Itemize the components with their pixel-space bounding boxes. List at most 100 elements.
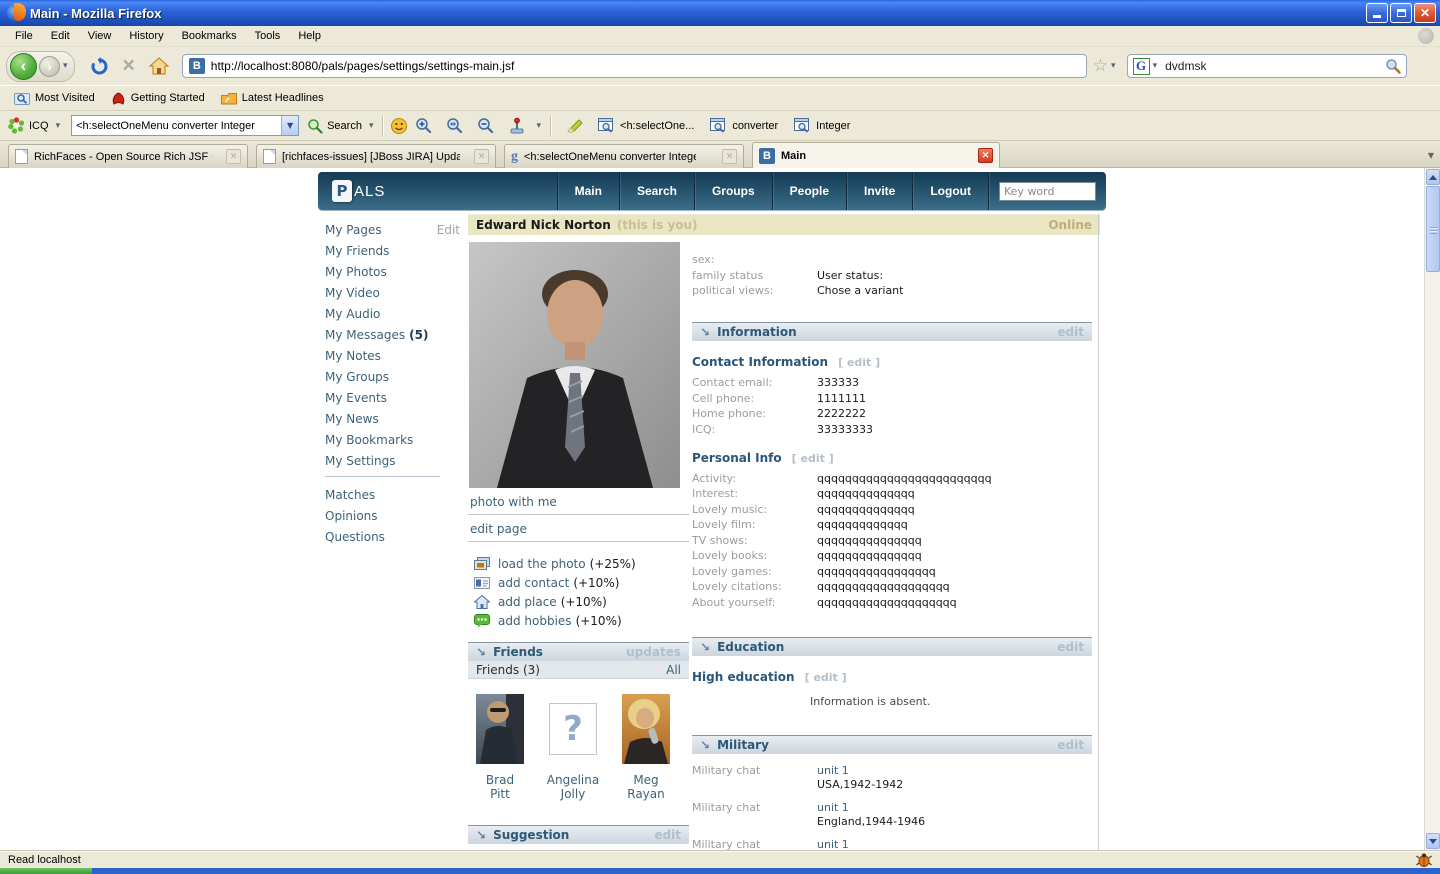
menu-edit[interactable]: Edit — [42, 28, 79, 44]
bookmark-dropdown-icon[interactable]: ▾ — [1108, 61, 1119, 71]
forward-button[interactable]: › — [39, 56, 60, 77]
bookmark-star-icon[interactable]: ☆ — [1093, 56, 1108, 76]
tab-richfaces[interactable]: RichFaces - Open Source Rich JSF Com... … — [8, 144, 248, 168]
photo-with-me-link[interactable]: photo with me — [470, 495, 557, 509]
sidebar-item-my-messages[interactable]: My Messages — [325, 329, 405, 342]
tab-close-button[interactable]: ✕ — [474, 149, 489, 164]
bookmark-latest-headlines[interactable]: Latest Headlines — [213, 90, 332, 107]
friend-meg-rayan[interactable]: Meg Rayan — [614, 692, 678, 801]
military-unit-link[interactable]: unit 1 — [817, 838, 903, 851]
load-photo-action[interactable]: load the photo (+25%) — [468, 554, 689, 573]
nav-people[interactable]: People — [772, 172, 846, 210]
search-go-icon[interactable] — [1385, 58, 1401, 74]
information-edit-link[interactable]: edit — [1057, 325, 1084, 339]
nav-main[interactable]: Main — [557, 172, 619, 210]
menu-file[interactable]: File — [6, 28, 42, 44]
sidebar-item-questions[interactable]: Questions — [325, 531, 385, 544]
find-button-selectone[interactable]: <h:selectOne... — [598, 118, 694, 133]
nav-search[interactable]: Search — [619, 172, 694, 210]
joystick-dropdown-icon[interactable]: ▾ — [533, 121, 544, 131]
scroll-up-button[interactable] — [1426, 169, 1440, 185]
sidebar-item-my-settings[interactable]: My Settings — [325, 455, 396, 468]
vertical-scrollbar[interactable] — [1424, 168, 1440, 850]
sidebar-item-my-friends[interactable]: My Friends — [325, 245, 389, 258]
sidebar-item-my-groups[interactable]: My Groups — [325, 371, 389, 384]
nav-groups[interactable]: Groups — [694, 172, 772, 210]
military-unit-link[interactable]: unit 1 — [817, 801, 925, 814]
pals-logo[interactable]: P ALS — [332, 180, 385, 202]
minimize-button[interactable] — [1366, 3, 1388, 23]
find-search-label[interactable]: Search — [327, 120, 362, 132]
find-search-dropdown-icon[interactable]: ▾ — [366, 121, 377, 131]
menu-help[interactable]: Help — [289, 28, 330, 44]
tab-richfaces-issues[interactable]: [richfaces-issues] [JBoss JIRA] Update..… — [256, 144, 496, 168]
stop-button[interactable]: × — [123, 57, 135, 75]
scroll-down-button[interactable] — [1426, 833, 1440, 849]
friends-updates-link[interactable]: updates — [626, 645, 681, 659]
military-edit-link[interactable]: edit — [1057, 738, 1084, 752]
address-bar[interactable]: B — [182, 54, 1087, 78]
zoom-reset-button[interactable] — [446, 117, 463, 134]
back-button[interactable]: ‹ — [10, 53, 37, 80]
joystick-button[interactable] — [508, 117, 526, 135]
friends-count-link[interactable]: Friends (3) — [476, 663, 540, 677]
tab-google-search[interactable]: g <h:selectOneMenu converter Integer -..… — [504, 144, 744, 168]
sidebar-item-my-audio[interactable]: My Audio — [325, 308, 380, 321]
high-education-edit-link[interactable]: [ edit ] — [805, 671, 847, 684]
restore-button[interactable] — [1390, 3, 1412, 23]
zoom-out-button[interactable] — [477, 117, 494, 134]
friend-name[interactable]: Brad Pitt — [486, 773, 514, 801]
keyword-input[interactable] — [999, 182, 1096, 201]
sidebar-item-my-events[interactable]: My Events — [325, 392, 387, 405]
url-input[interactable] — [211, 59, 1080, 73]
education-edit-link[interactable]: edit — [1057, 640, 1084, 654]
bookmark-most-visited[interactable]: Most Visited — [6, 89, 103, 107]
friend-angelina-jolly[interactable]: ? Angelina Jolly — [541, 692, 605, 801]
military-unit-link[interactable]: unit 1 — [817, 764, 903, 777]
highlight-button[interactable] — [565, 118, 583, 134]
converter-combobox[interactable]: ▼ — [71, 115, 299, 136]
contact-info-edit-link[interactable]: [ edit ] — [838, 356, 880, 369]
friend-brad-pitt[interactable]: Brad Pitt — [468, 692, 532, 801]
web-search-input[interactable] — [1165, 59, 1384, 73]
close-button[interactable]: ✕ — [1414, 3, 1436, 23]
bookmark-getting-started[interactable]: Getting Started — [103, 89, 213, 108]
sidebar-item-my-news[interactable]: My News — [325, 413, 379, 426]
sidebar-item-my-bookmarks[interactable]: My Bookmarks — [325, 434, 413, 447]
sidebar-edit-link[interactable]: Edit — [437, 224, 460, 237]
add-place-action[interactable]: add place (+10%) — [468, 592, 689, 611]
menu-history[interactable]: History — [120, 28, 172, 44]
tab-close-button[interactable]: ✕ — [722, 149, 737, 164]
tab-list-dropdown-icon[interactable]: ▼ — [1424, 147, 1438, 163]
add-contact-action[interactable]: add contact (+10%) — [468, 573, 689, 592]
friends-all-link[interactable]: All — [666, 663, 681, 677]
zoom-in-button[interactable] — [415, 117, 432, 134]
converter-combo-input[interactable] — [72, 120, 281, 132]
find-button-integer[interactable]: Integer — [794, 118, 850, 133]
tab-close-button[interactable]: ✕ — [978, 148, 993, 163]
friend-name[interactable]: Angelina Jolly — [547, 773, 599, 801]
suggestion-edit-link[interactable]: edit — [654, 828, 681, 842]
reload-button[interactable] — [90, 57, 109, 76]
sidebar-item-opinions[interactable]: Opinions — [325, 510, 378, 523]
add-hobbies-action[interactable]: add hobbies (+10%) — [468, 611, 689, 630]
scrollbar-thumb[interactable] — [1426, 186, 1440, 272]
tab-close-button[interactable]: ✕ — [226, 149, 241, 164]
sidebar-item-matches[interactable]: Matches — [325, 489, 375, 502]
personal-info-edit-link[interactable]: [ edit ] — [792, 452, 834, 465]
history-dropdown-icon[interactable]: ▾ — [60, 61, 71, 71]
find-button-converter[interactable]: converter — [710, 118, 778, 133]
combo-dropdown-button[interactable]: ▼ — [281, 116, 298, 135]
friend-name[interactable]: Meg Rayan — [627, 773, 665, 801]
icq-dropdown-icon[interactable]: ▾ — [53, 121, 64, 131]
search-engine-dropdown-icon[interactable]: ▾ — [1150, 61, 1161, 71]
user-status-icon[interactable] — [390, 117, 408, 135]
sidebar-item-my-notes[interactable]: My Notes — [325, 350, 381, 363]
web-search-box[interactable]: G ▾ — [1127, 54, 1407, 78]
nav-invite[interactable]: Invite — [846, 172, 912, 210]
tab-main-active[interactable]: B Main ✕ — [752, 142, 1000, 168]
home-button[interactable] — [149, 57, 169, 75]
nav-logout[interactable]: Logout — [912, 172, 988, 210]
icq-menu-label[interactable]: ICQ — [29, 120, 49, 132]
edit-page-link[interactable]: edit page — [470, 522, 527, 536]
